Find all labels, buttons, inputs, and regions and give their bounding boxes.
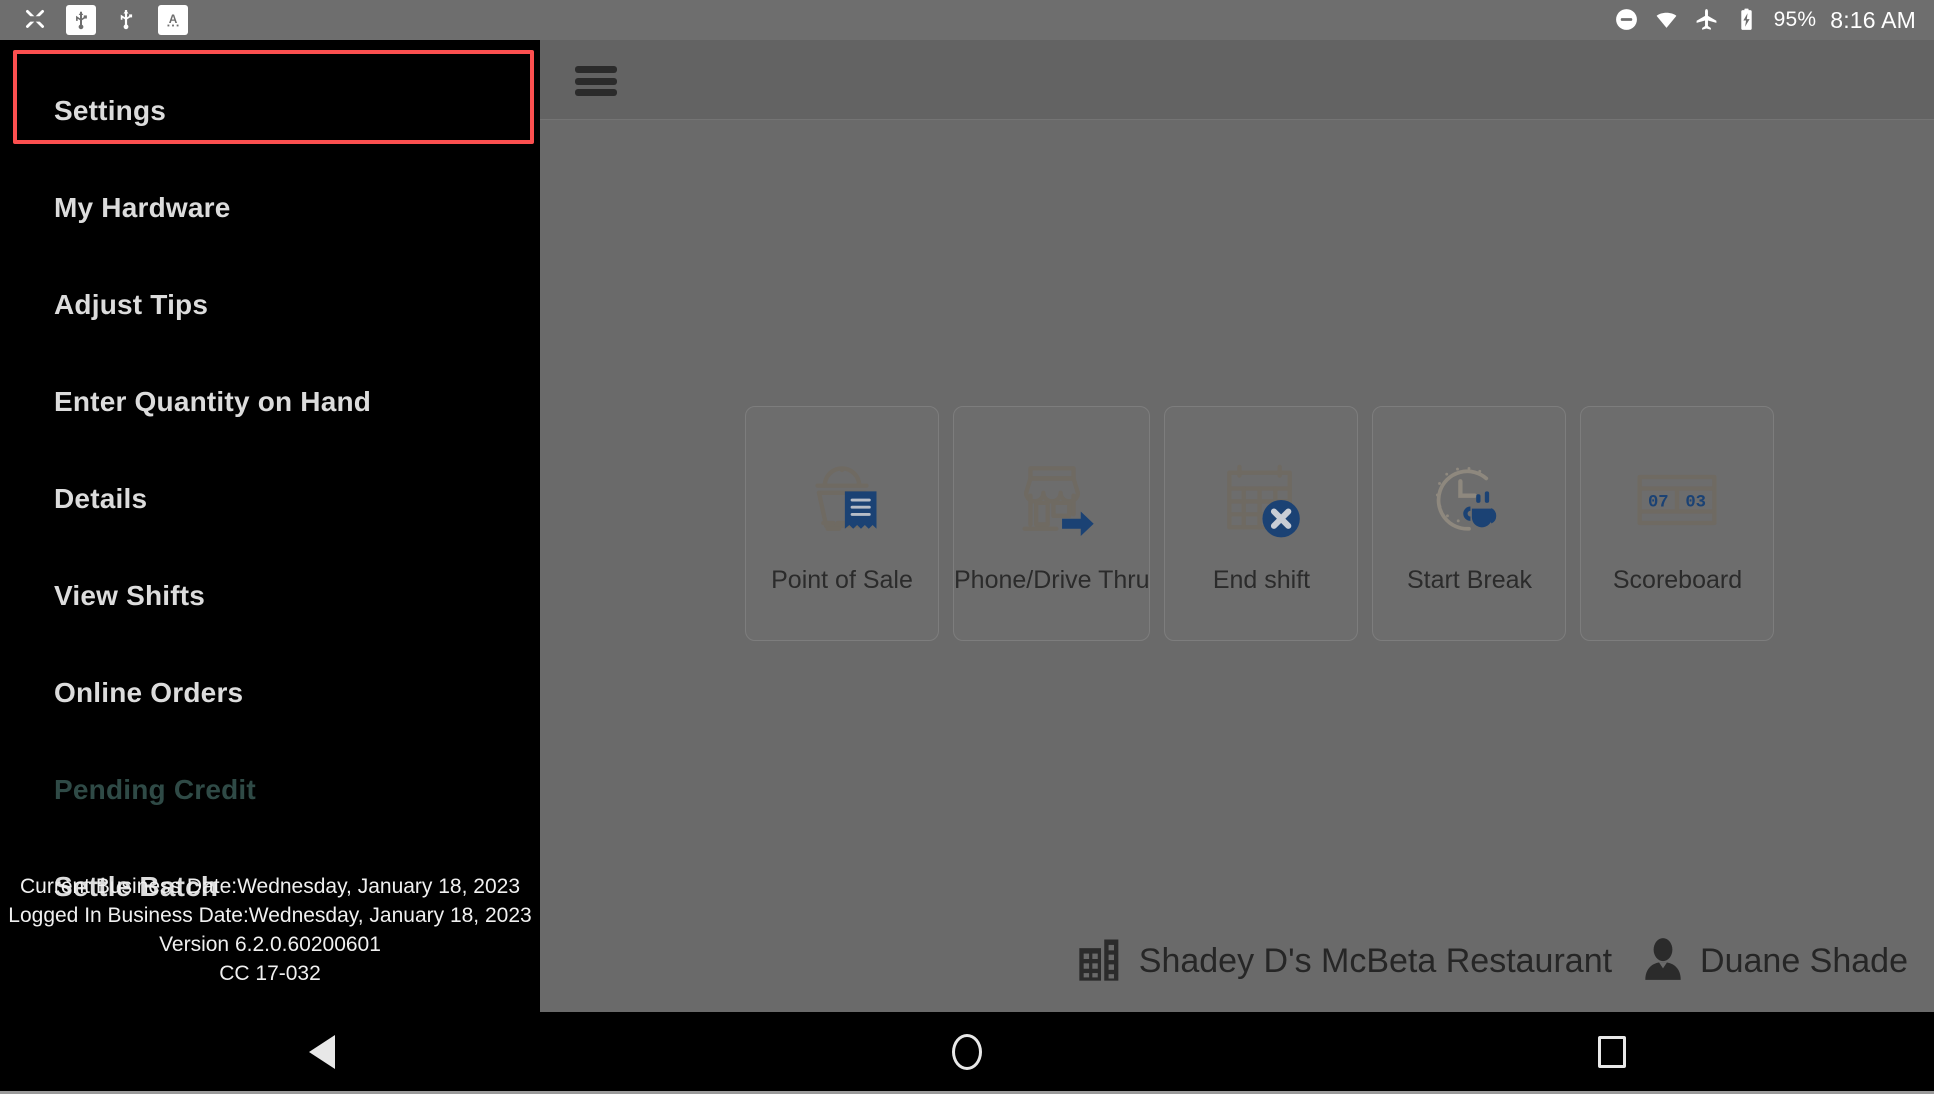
hamburger-menu-icon[interactable] <box>575 66 617 96</box>
navigation-drawer: Settings My Hardware Adjust Tips Enter Q… <box>0 40 540 1012</box>
recents-nav-icon[interactable] <box>1552 1022 1672 1082</box>
usb-alt-icon <box>114 7 140 33</box>
building-icon <box>1075 933 1127 990</box>
app-top-bar <box>540 40 1934 120</box>
sidebar-item-label: Enter Quantity on Hand <box>54 385 372 417</box>
keyboard-a-icon: A <box>158 5 188 35</box>
sidebar-item-enter-quantity-on-hand[interactable]: Enter Quantity on Hand <box>0 353 540 450</box>
tile-label: Phone/Drive Thru <box>954 566 1150 594</box>
calendar-x-icon <box>1213 452 1309 548</box>
usb-icon <box>66 5 96 35</box>
tile-scoreboard[interactable]: 07 03 Scoreboard <box>1580 406 1775 641</box>
cc-code: CC 17-032 <box>219 962 321 985</box>
sidebar-item-label: Details <box>54 482 148 514</box>
clock-coffee-icon <box>1421 452 1517 548</box>
status-bar-clock: 8:16 AM <box>1830 6 1916 33</box>
drawer-footer: Current Business Date:Wednesday, January… <box>0 872 540 988</box>
battery-charging-icon <box>1734 7 1760 33</box>
cut-icon <box>22 7 48 33</box>
bottom-info-bar: Shadey D's McBeta Restaurant Duane Shade <box>540 910 1934 1012</box>
wifi-icon <box>1654 7 1680 33</box>
current-business-date: Current Business Date:Wednesday, January… <box>19 875 520 898</box>
sidebar-item-adjust-tips[interactable]: Adjust Tips <box>0 256 540 353</box>
cloche-receipt-icon <box>794 452 890 548</box>
sidebar-item-label: Settings <box>54 94 167 126</box>
sidebar-item-online-orders[interactable]: Online Orders <box>0 644 540 741</box>
home-tile-row: Point of Sale Phone/Drive Thru End shift… <box>540 406 1934 641</box>
svg-text:A: A <box>169 12 178 26</box>
status-bar-left-icons: A <box>22 5 188 35</box>
store-info: Shadey D's McBeta Restaurant <box>1075 933 1612 990</box>
battery-percent: 95% <box>1773 8 1817 31</box>
user-avatar-icon <box>1638 934 1688 989</box>
user-info: Duane Shade <box>1638 934 1908 989</box>
home-nav-icon[interactable] <box>907 1022 1027 1082</box>
sidebar-item-view-shifts[interactable]: View Shifts <box>0 547 540 644</box>
sidebar-item-label: My Hardware <box>54 191 231 223</box>
logged-in-business-date: Logged In Business Date:Wednesday, Janua… <box>8 904 532 927</box>
tile-label: End shift <box>1212 566 1311 594</box>
app-version: Version 6.2.0.60200601 <box>159 933 381 956</box>
tile-label: Start Break <box>1406 566 1533 594</box>
sidebar-item-settings[interactable]: Settings <box>0 62 540 159</box>
tile-phone-drive-thru[interactable]: Phone/Drive Thru <box>953 406 1151 641</box>
sidebar-item-label: Pending Credit <box>54 773 256 805</box>
user-name: Duane Shade <box>1700 941 1908 980</box>
sidebar-item-details[interactable]: Details <box>0 450 540 547</box>
do-not-disturb-icon <box>1614 7 1640 33</box>
sidebar-item-label: Online Orders <box>54 676 244 708</box>
sidebar-item-pending-credit: Pending Credit <box>0 741 540 838</box>
android-status-bar: A 95% 8:16 AM <box>0 0 1934 40</box>
sidebar-item-my-hardware[interactable]: My Hardware <box>0 159 540 256</box>
android-nav-bar <box>0 1012 1934 1094</box>
sidebar-item-label: View Shifts <box>54 579 206 611</box>
scoreboard-right-value: 03 <box>1686 493 1707 512</box>
back-nav-icon[interactable] <box>262 1022 382 1082</box>
tile-end-shift[interactable]: End shift <box>1164 406 1359 641</box>
airplane-mode-icon <box>1694 7 1720 33</box>
sidebar-item-label: Adjust Tips <box>54 288 209 320</box>
tile-start-break[interactable]: Start Break <box>1372 406 1567 641</box>
screen-root: A 95% 8:16 AM Point of Sale Phone/Drive … <box>0 0 1934 1094</box>
scoreboard-left-value: 07 <box>1648 493 1669 512</box>
scoreboard-icon: 07 03 <box>1629 452 1725 548</box>
store-name: Shadey D's McBeta Restaurant <box>1138 941 1613 980</box>
status-bar-right-icons: 95% 8:16 AM <box>1614 7 1916 34</box>
storefront-arrow-icon <box>1004 452 1100 548</box>
tile-point-of-sale[interactable]: Point of Sale <box>745 406 939 641</box>
tile-label: Scoreboard <box>1612 566 1743 594</box>
drawer-item-list: Settings My Hardware Adjust Tips Enter Q… <box>0 40 540 935</box>
tile-label: Point of Sale <box>771 566 913 594</box>
